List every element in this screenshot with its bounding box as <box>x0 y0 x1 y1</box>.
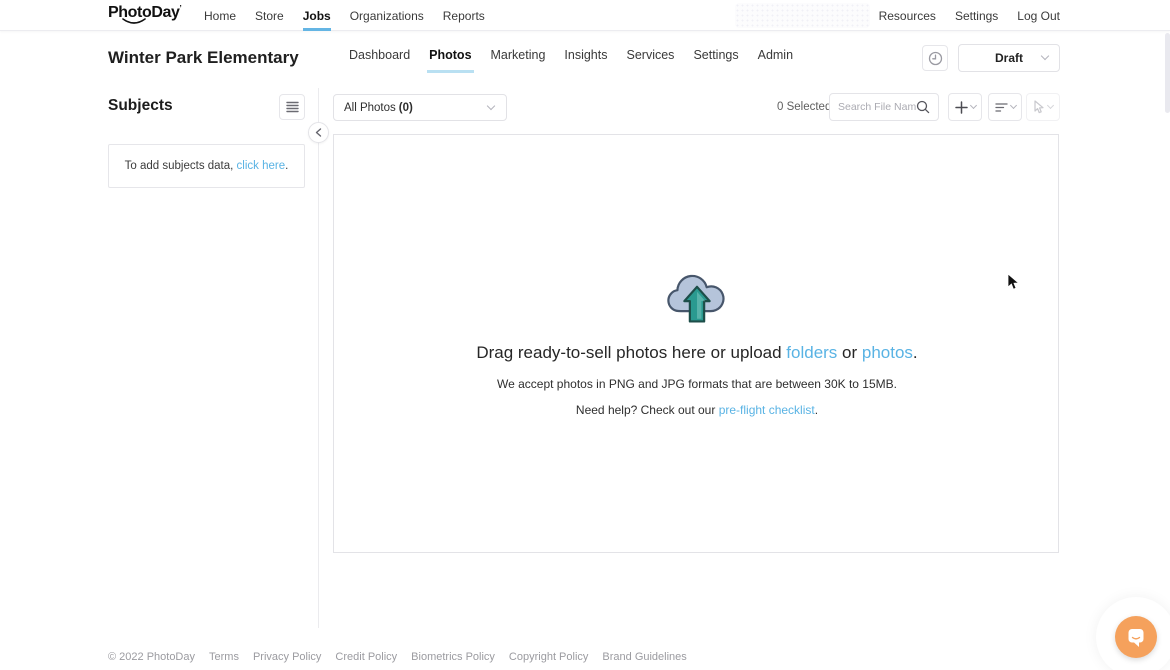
secondary-nav: Resources Settings Log Out <box>879 0 1060 31</box>
chevron-left-icon <box>315 128 322 137</box>
select-mode-button[interactable] <box>1026 93 1060 121</box>
chat-bubble-icon <box>1125 626 1147 648</box>
page-scrollbar[interactable] <box>1165 33 1170 113</box>
add-photos-button[interactable] <box>948 93 982 121</box>
chevron-down-icon <box>1047 102 1054 109</box>
sidebar-collapse-button[interactable] <box>308 122 329 143</box>
nav-item-logout[interactable]: Log Out <box>1017 0 1060 31</box>
subjects-empty-hint: To add subjects data, click here. <box>108 144 305 188</box>
accepted-formats-text: We accept photos in PNG and JPG formats … <box>334 377 1060 391</box>
nav-item-home[interactable]: Home <box>204 0 236 31</box>
chevron-down-icon <box>487 102 495 110</box>
plus-icon <box>955 101 968 114</box>
sidebar-divider <box>318 88 319 628</box>
tab-dashboard[interactable]: Dashboard <box>347 31 412 78</box>
upload-photos-link[interactable]: photos <box>862 343 913 362</box>
upload-folders-link[interactable]: folders <box>786 343 837 362</box>
chat-widget-button[interactable] <box>1115 616 1157 658</box>
help-text: Need help? Check out our pre-flight chec… <box>334 403 1060 417</box>
tab-insights[interactable]: Insights <box>562 31 609 78</box>
photoday-app: PhotoDay’ Home Store Jobs Organizations … <box>0 0 1170 670</box>
footer-link-biometrics[interactable]: Biometrics Policy <box>411 651 495 663</box>
footer-copyright: © 2022 PhotoDay <box>108 651 195 663</box>
subjects-menu-button[interactable] <box>279 94 305 120</box>
tab-settings[interactable]: Settings <box>691 31 740 78</box>
tab-marketing[interactable]: Marketing <box>489 31 548 78</box>
nav-item-settings[interactable]: Settings <box>955 0 998 31</box>
job-history-button[interactable] <box>922 45 948 71</box>
add-subjects-link[interactable]: click here <box>237 160 286 172</box>
selected-count: 0 Selected <box>777 101 831 113</box>
clock-icon <box>928 51 943 66</box>
preflight-checklist-link[interactable]: pre-flight checklist <box>719 403 815 417</box>
file-search-box <box>829 93 939 121</box>
footer-link-privacy[interactable]: Privacy Policy <box>253 651 321 663</box>
loading-placeholder <box>735 3 870 28</box>
tab-services[interactable]: Services <box>625 31 677 78</box>
footer-link-credit[interactable]: Credit Policy <box>335 651 397 663</box>
nav-item-organizations[interactable]: Organizations <box>350 0 424 31</box>
chevron-down-icon <box>1041 52 1049 60</box>
nav-item-reports[interactable]: Reports <box>443 0 485 31</box>
dropzone-heading: Drag ready-to-sell photos here or upload… <box>334 343 1060 363</box>
job-status-value: Draft <box>995 51 1023 65</box>
nav-item-resources[interactable]: Resources <box>879 0 936 31</box>
photo-filter-dropdown[interactable]: All Photos (0) <box>333 94 507 121</box>
logo-smile-icon <box>121 18 147 25</box>
menu-lines-icon <box>286 101 299 113</box>
footer-link-copyright-policy[interactable]: Copyright Policy <box>509 651 588 663</box>
photoday-logo[interactable]: PhotoDay’ <box>108 4 181 22</box>
nav-item-store[interactable]: Store <box>255 0 284 31</box>
chevron-down-icon <box>1009 102 1016 109</box>
sort-lines-icon <box>995 102 1008 113</box>
primary-nav: Home Store Jobs Organizations Reports <box>204 0 485 31</box>
nav-item-jobs[interactable]: Jobs <box>303 0 331 31</box>
page-title: Winter Park Elementary <box>108 48 299 68</box>
job-tabs: Dashboard Photos Marketing Insights Serv… <box>347 31 795 78</box>
top-navigation-bar: PhotoDay’ Home Store Jobs Organizations … <box>0 0 1170 31</box>
tab-photos[interactable]: Photos <box>427 31 473 78</box>
subjects-heading: Subjects <box>108 97 173 115</box>
footer: © 2022 PhotoDay Terms Privacy Policy Cre… <box>108 651 687 663</box>
chevron-down-icon <box>969 102 976 109</box>
job-header: Winter Park Elementary Dashboard Photos … <box>0 31 1170 85</box>
tab-admin[interactable]: Admin <box>756 31 795 78</box>
cursor-select-icon <box>1033 100 1045 114</box>
footer-link-brand[interactable]: Brand Guidelines <box>602 651 686 663</box>
subjects-hint-text: To add subjects data, <box>125 160 237 172</box>
cloud-upload-icon <box>664 271 730 329</box>
footer-link-terms[interactable]: Terms <box>209 651 239 663</box>
search-icon <box>916 100 930 114</box>
photo-filter-count: (0) <box>399 102 413 114</box>
photo-dropzone[interactable]: Drag ready-to-sell photos here or upload… <box>333 134 1059 553</box>
job-status-dropdown[interactable]: Draft <box>958 44 1060 72</box>
empty-state: Drag ready-to-sell photos here or upload… <box>334 271 1060 417</box>
sort-photos-button[interactable] <box>988 93 1022 121</box>
logo-mark: ’ <box>179 4 181 13</box>
photo-filter-label: All Photos <box>344 102 396 114</box>
subjects-hint-period: . <box>285 160 288 172</box>
search-input[interactable] <box>838 101 916 113</box>
